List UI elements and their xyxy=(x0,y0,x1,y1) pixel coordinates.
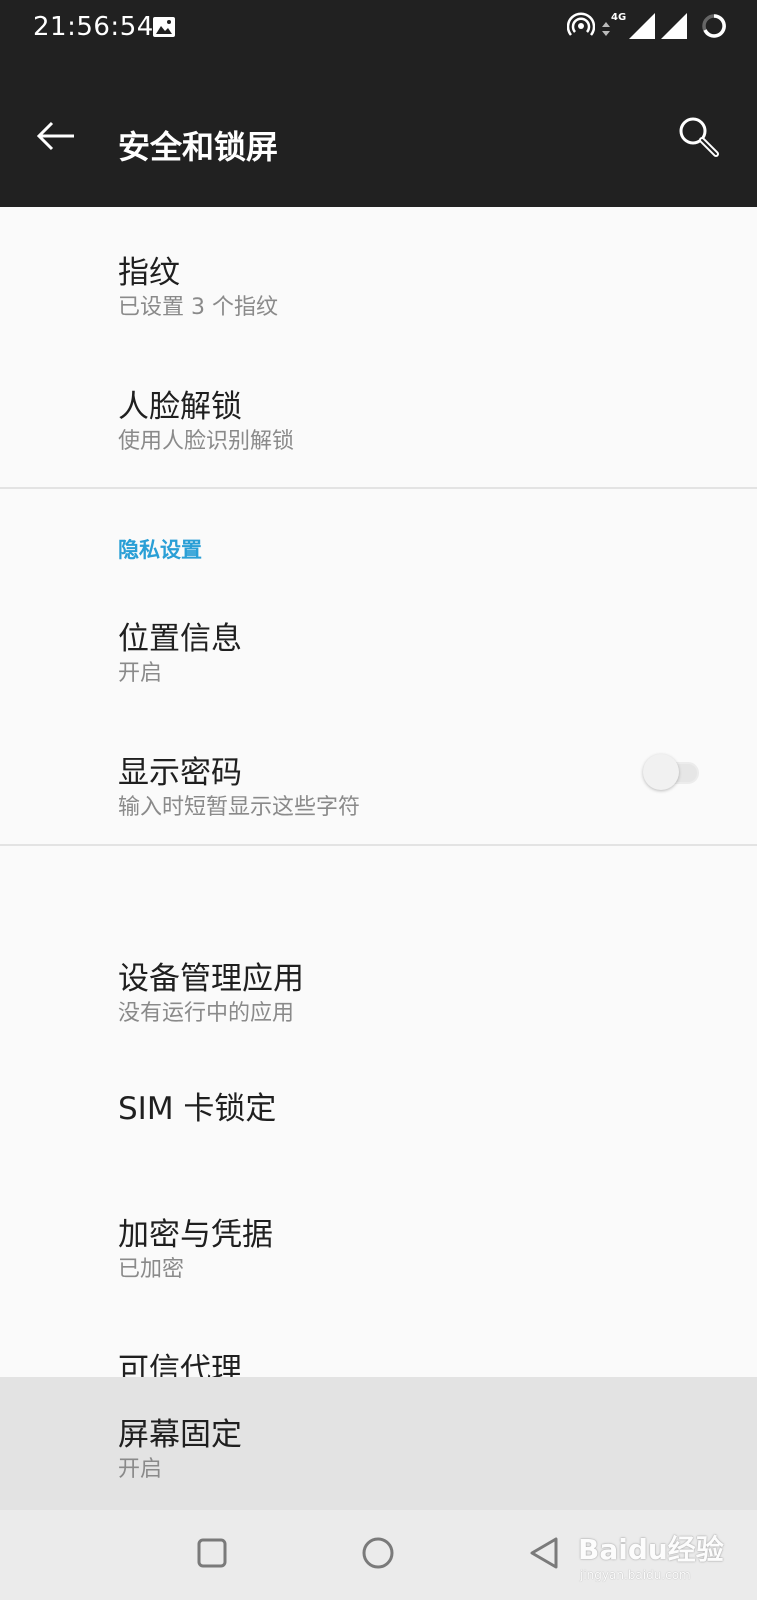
divider xyxy=(0,844,757,846)
status-icons: 4G xyxy=(566,12,727,44)
recents-button[interactable] xyxy=(182,1525,242,1585)
list-item-fingerprint[interactable]: 指纹 已设置 3 个指纹 xyxy=(0,207,757,341)
item-summary: 没有运行中的应用 xyxy=(118,1001,295,1026)
item-title: 指纹 xyxy=(118,255,180,291)
page-title: 安全和锁屏 xyxy=(118,128,279,166)
watermark-url: jingyan.baidu.com xyxy=(580,1568,691,1582)
item-summary: 开启 xyxy=(118,1457,163,1482)
search-button[interactable] xyxy=(670,110,726,166)
item-title: 显示密码 xyxy=(118,755,242,791)
hotspot-icon xyxy=(566,12,596,44)
recents-square-icon xyxy=(196,1537,228,1573)
back-triangle-icon xyxy=(528,1536,560,1574)
home-button[interactable] xyxy=(348,1525,408,1585)
list-item-device-admin[interactable]: 设备管理应用 没有运行中的应用 xyxy=(0,847,757,1047)
section-header-privacy: 隐私设置 xyxy=(118,538,202,562)
item-title: 位置信息 xyxy=(118,621,242,657)
app-bar: 安全和锁屏 xyxy=(0,56,757,207)
list-item-screen-pinning[interactable]: 屏幕固定 开启 xyxy=(0,1377,757,1510)
status-bar: 21:56:54 4G xyxy=(0,0,757,56)
baidu-watermark: Baidu经验 jingyan.baidu.com xyxy=(578,1518,746,1590)
list-item-encryption[interactable]: 加密与凭据 已加密 xyxy=(0,1167,757,1302)
search-icon xyxy=(677,115,719,161)
home-circle-icon xyxy=(361,1536,395,1574)
item-summary: 已加密 xyxy=(118,1257,185,1282)
item-summary: 使用人脸识别解锁 xyxy=(118,429,295,454)
list-item-sim-lock[interactable]: SIM 卡锁定 xyxy=(0,1047,757,1167)
list-item-location[interactable]: 位置信息 开启 xyxy=(0,563,757,697)
item-summary: 输入时短暂显示这些字符 xyxy=(118,795,361,820)
battery-ring-icon xyxy=(701,13,727,43)
item-title: 加密与凭据 xyxy=(118,1217,273,1253)
arrow-left-icon xyxy=(36,121,76,155)
back-nav-button[interactable] xyxy=(514,1525,574,1585)
signal-icon-2 xyxy=(661,13,687,43)
item-summary: 已设置 3 个指纹 xyxy=(118,295,278,320)
item-title: SIM 卡锁定 xyxy=(118,1091,277,1127)
signal-icon xyxy=(629,13,655,43)
back-button[interactable] xyxy=(28,110,84,166)
network-type-label: 4G xyxy=(611,12,627,23)
image-icon xyxy=(153,17,175,41)
list-item-show-password[interactable]: 显示密码 输入时短暂显示这些字符 xyxy=(0,697,757,831)
data-arrows-icon: 4G xyxy=(601,12,627,42)
list-item-face-unlock[interactable]: 人脸解锁 使用人脸识别解锁 xyxy=(0,341,757,474)
status-time: 21:56:54 xyxy=(33,12,154,42)
show-password-toggle[interactable] xyxy=(643,752,705,792)
settings-list: 指纹 已设置 3 个指纹 人脸解锁 使用人脸识别解锁 隐私设置 位置信息 开启 … xyxy=(0,207,757,1510)
toggle-thumb xyxy=(643,754,679,790)
watermark-brand: Baidu经验 xyxy=(578,1533,724,1566)
item-title: 人脸解锁 xyxy=(118,389,242,425)
divider xyxy=(0,487,757,489)
item-title: 设备管理应用 xyxy=(118,961,304,997)
item-title: 屏幕固定 xyxy=(118,1417,242,1453)
item-summary: 开启 xyxy=(118,661,163,686)
